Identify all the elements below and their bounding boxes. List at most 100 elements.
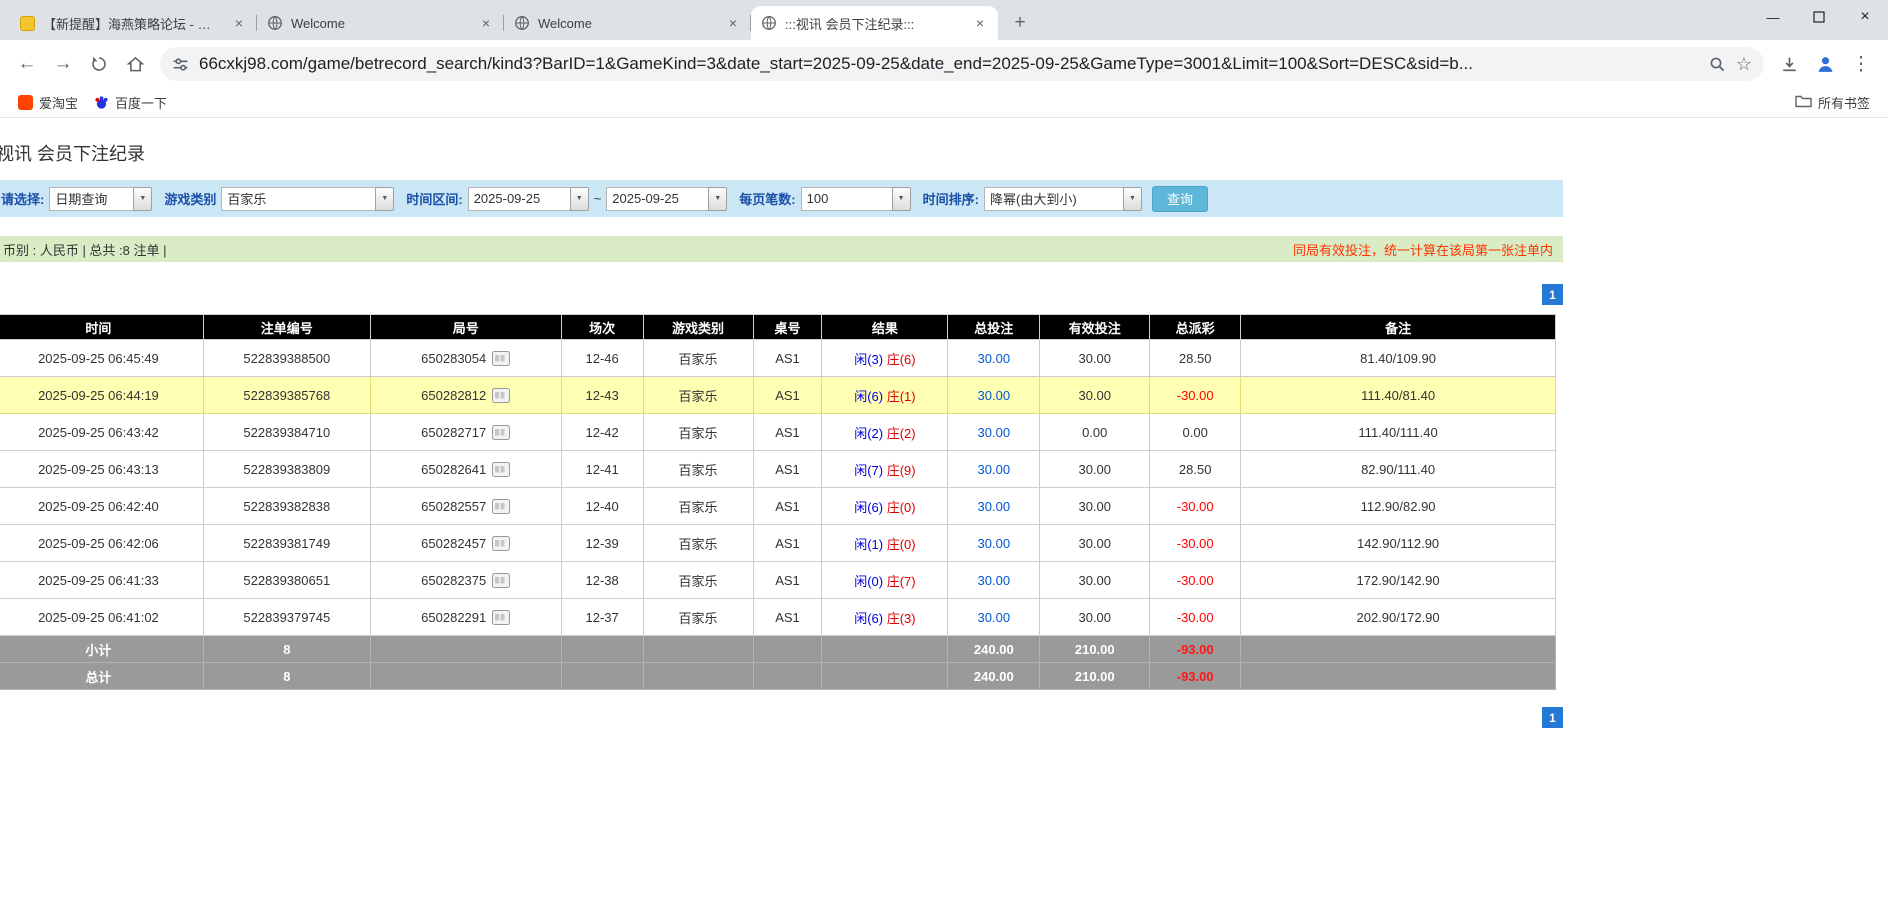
bookmark-item[interactable]: 爱淘宝: [10, 90, 86, 115]
reload-icon[interactable]: [82, 47, 116, 81]
bookmark-star-icon[interactable]: ☆: [1736, 54, 1752, 75]
total-bet-link[interactable]: 30.00: [978, 499, 1011, 514]
cell-session: 12-42: [561, 414, 643, 451]
sort-arrow[interactable]: ▼: [1123, 187, 1142, 211]
date-end-input[interactable]: [606, 187, 709, 211]
pagination-bottom: 1: [0, 707, 1563, 728]
downloads-icon[interactable]: [1772, 47, 1806, 81]
total-bet-link[interactable]: 30.00: [978, 610, 1011, 625]
total-bet-link[interactable]: 30.00: [978, 536, 1011, 551]
site-settings-icon[interactable]: [172, 56, 189, 73]
mode-label: 请选择:: [1, 189, 44, 208]
mode-select: ▼: [49, 187, 152, 211]
total-bet-link[interactable]: 30.00: [978, 573, 1011, 588]
browser-tab[interactable]: :::视讯 会员下注纪录:::×: [751, 6, 998, 40]
page-number-button[interactable]: 1: [1542, 707, 1563, 728]
round-id-text: 650282375: [421, 573, 486, 588]
tab-close-icon[interactable]: ×: [231, 14, 247, 32]
page-size-arrow[interactable]: ▼: [892, 187, 911, 211]
tab-close-icon[interactable]: ×: [478, 14, 494, 32]
column-header: 桌号: [753, 315, 822, 340]
cell-valid-bet: 30.00: [1040, 451, 1150, 488]
table-header-row: 时间注单编号局号场次游戏类别桌号结果总投注有效投注总派彩备注: [0, 315, 1556, 340]
column-header: 局号: [370, 315, 561, 340]
chevron-down-icon: ▼: [576, 195, 583, 202]
address-bar[interactable]: 66cxkj98.com/game/betrecord_search/kind3…: [160, 47, 1764, 81]
cell-time: 2025-09-25 06:42:06: [0, 525, 203, 562]
date-end-arrow[interactable]: ▼: [708, 187, 727, 211]
cell-session: 12-40: [561, 488, 643, 525]
cell-time: 2025-09-25 06:42:40: [0, 488, 203, 525]
summary-left-text: 币别 : 人民币 | 总共 :8 注单 |: [3, 240, 167, 259]
page-size-input[interactable]: [801, 187, 893, 211]
cell-game-type: 百家乐: [643, 525, 753, 562]
cell-valid-bet: 30.00: [1040, 599, 1150, 636]
bookmark-item[interactable]: 百度一下: [86, 90, 175, 115]
tab-title: :::视讯 会员下注纪录:::: [785, 14, 964, 33]
cell-total-bet: 30.00: [948, 562, 1040, 599]
round-detail-icon[interactable]: [492, 462, 510, 477]
round-detail-icon[interactable]: [492, 610, 510, 625]
maximize-icon[interactable]: [1796, 0, 1842, 34]
cell-note: 111.40/111.40: [1241, 414, 1556, 451]
mode-select-arrow[interactable]: ▼: [133, 187, 152, 211]
round-id-text: 650282641: [421, 462, 486, 477]
zoom-icon[interactable]: [1709, 56, 1726, 73]
cell-result: 闲(7) 庄(9): [822, 451, 948, 488]
page-number-button[interactable]: 1: [1542, 284, 1563, 305]
new-tab-button[interactable]: +: [1006, 9, 1034, 37]
round-detail-icon[interactable]: [492, 573, 510, 588]
back-icon[interactable]: ←: [10, 47, 44, 81]
sort-input[interactable]: [984, 187, 1124, 211]
total-bet-link[interactable]: 30.00: [978, 462, 1011, 477]
total-bet-link[interactable]: 30.00: [978, 351, 1011, 366]
bet-record-row: 2025-09-25 06:41:33522839380651650282375…: [0, 562, 1556, 599]
tab-strip: 【新提醒】海燕策略论坛 - 综合×Welcome×Welcome×:::视讯 会…: [0, 0, 1888, 40]
globe-favicon: [267, 15, 283, 31]
minimize-icon[interactable]: —: [1750, 0, 1796, 34]
round-detail-icon[interactable]: [492, 388, 510, 403]
date-range-label: 时间区间:: [406, 189, 462, 208]
tab-close-icon[interactable]: ×: [725, 14, 741, 32]
filter-bar: 请选择: ▼ 游戏类别 ▼ 时间区间: ▼ ~ ▼ 每页笔数: ▼ 时间排序: …: [0, 180, 1563, 217]
round-detail-icon[interactable]: [492, 499, 510, 514]
browser-tab[interactable]: Welcome×: [257, 6, 504, 40]
cell-game-type: 百家乐: [643, 414, 753, 451]
cell-time: 2025-09-25 06:41:02: [0, 599, 203, 636]
cell-round-id: 650282812: [370, 377, 561, 414]
total-bet-link[interactable]: 30.00: [978, 388, 1011, 403]
result-player: 闲(6): [854, 500, 883, 515]
search-button[interactable]: 查询: [1152, 186, 1208, 212]
close-icon[interactable]: ×: [1842, 0, 1888, 34]
sort-select: ▼: [984, 187, 1142, 211]
chevron-down-icon: ▼: [381, 195, 388, 202]
profile-icon[interactable]: [1808, 47, 1842, 81]
round-detail-icon[interactable]: [492, 351, 510, 366]
browser-tab[interactable]: 【新提醒】海燕策略论坛 - 综合×: [10, 6, 257, 40]
cell-table-number: AS1: [753, 488, 822, 525]
bet-record-row: 2025-09-25 06:44:19522839385768650282812…: [0, 377, 1556, 414]
date-start-arrow[interactable]: ▼: [570, 187, 589, 211]
game-type-arrow[interactable]: ▼: [375, 187, 394, 211]
game-type-input[interactable]: [221, 187, 376, 211]
column-header: 注单编号: [203, 315, 370, 340]
browser-tab[interactable]: Welcome×: [504, 6, 751, 40]
browser-toolbar: ← → 66cxkj98.com/game/betrecord_search/k…: [0, 40, 1888, 88]
bet-record-row: 2025-09-25 06:42:06522839381749650282457…: [0, 525, 1556, 562]
round-detail-icon[interactable]: [492, 425, 510, 440]
tab-close-icon[interactable]: ×: [972, 14, 988, 32]
cell-bet-id: 522839379745: [203, 599, 370, 636]
home-icon[interactable]: [118, 47, 152, 81]
taobao-favicon: [18, 95, 33, 110]
forward-icon[interactable]: →: [46, 47, 80, 81]
total-bet-link[interactable]: 30.00: [978, 425, 1011, 440]
date-start-input[interactable]: [468, 187, 571, 211]
mode-select-input[interactable]: [49, 187, 134, 211]
url-text[interactable]: 66cxkj98.com/game/betrecord_search/kind3…: [199, 54, 1699, 74]
page-title: 视讯 会员下注纪录: [0, 140, 1563, 166]
cell-result: 闲(3) 庄(6): [822, 340, 948, 377]
cell-game-type: 百家乐: [643, 377, 753, 414]
round-detail-icon[interactable]: [492, 536, 510, 551]
menu-icon[interactable]: ⋮: [1844, 47, 1878, 81]
all-bookmarks-button[interactable]: 所有书签: [1787, 90, 1878, 115]
